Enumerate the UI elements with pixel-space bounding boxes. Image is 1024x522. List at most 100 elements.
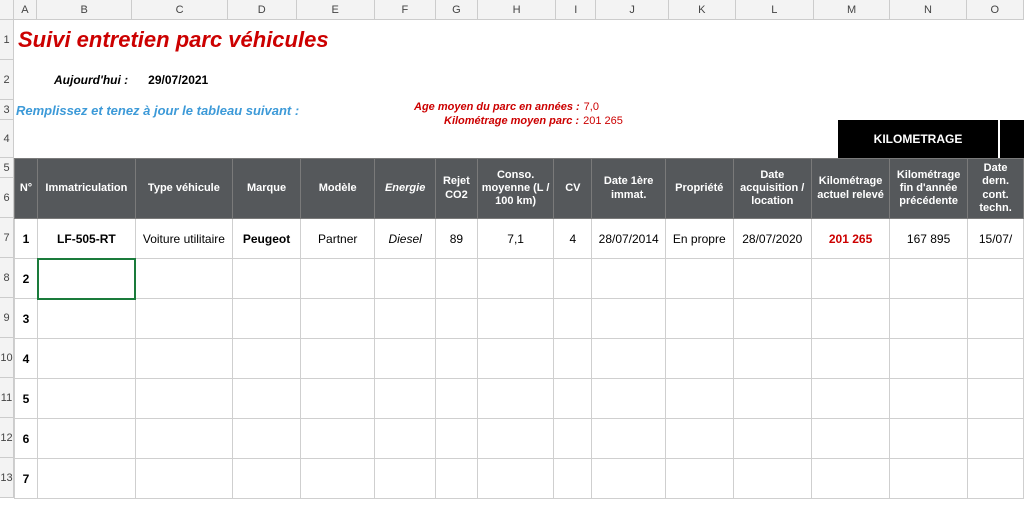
cell[interactable] xyxy=(135,339,232,379)
cell-km-prec[interactable]: 167 895 xyxy=(890,219,968,259)
col-letter[interactable]: D xyxy=(228,0,297,19)
col-letter[interactable]: M xyxy=(814,0,890,19)
cell[interactable] xyxy=(554,379,592,419)
cell[interactable] xyxy=(477,299,554,339)
cell[interactable] xyxy=(890,419,968,459)
cell-n[interactable]: 2 xyxy=(15,259,38,299)
cell[interactable] xyxy=(301,379,375,419)
cell[interactable] xyxy=(477,419,554,459)
cell[interactable] xyxy=(38,299,136,339)
cell[interactable] xyxy=(592,419,666,459)
cell[interactable] xyxy=(38,379,136,419)
th-n[interactable]: N° xyxy=(15,159,38,219)
cell-n[interactable]: 5 xyxy=(15,379,38,419)
cell[interactable] xyxy=(733,339,812,379)
cell[interactable] xyxy=(301,339,375,379)
cell[interactable] xyxy=(592,459,666,499)
cell[interactable] xyxy=(375,459,436,499)
th-date-acq[interactable]: Date acquisition / location xyxy=(733,159,812,219)
cell[interactable] xyxy=(890,259,968,299)
th-conso[interactable]: Conso. moyenne (L / 100 km) xyxy=(477,159,554,219)
cell[interactable] xyxy=(554,299,592,339)
th-propriete[interactable]: Propriété xyxy=(666,159,733,219)
cell[interactable] xyxy=(435,459,477,499)
cell[interactable] xyxy=(968,379,1024,419)
cell-co2[interactable]: 89 xyxy=(435,219,477,259)
cell[interactable] xyxy=(890,339,968,379)
col-letter[interactable]: I xyxy=(556,0,596,19)
cell[interactable] xyxy=(477,379,554,419)
cell[interactable] xyxy=(592,339,666,379)
cell[interactable] xyxy=(135,419,232,459)
cell[interactable] xyxy=(812,259,890,299)
cell[interactable] xyxy=(554,419,592,459)
cell[interactable] xyxy=(477,339,554,379)
row-number[interactable]: 8 xyxy=(0,258,13,298)
row-number[interactable]: 6 xyxy=(0,178,13,218)
row-number[interactable]: 3 xyxy=(0,100,13,120)
row-number[interactable]: 2 xyxy=(0,60,13,100)
col-letter[interactable]: C xyxy=(132,0,227,19)
cell[interactable] xyxy=(435,259,477,299)
col-letter[interactable]: K xyxy=(669,0,736,19)
cell[interactable] xyxy=(666,299,733,339)
cell[interactable] xyxy=(592,379,666,419)
cell[interactable] xyxy=(375,419,436,459)
cell[interactable] xyxy=(233,259,301,299)
th-marque[interactable]: Marque xyxy=(233,159,301,219)
row-number[interactable]: 4 xyxy=(0,120,13,158)
cell[interactable] xyxy=(38,419,136,459)
cell[interactable] xyxy=(666,339,733,379)
cell[interactable] xyxy=(968,419,1024,459)
cell[interactable] xyxy=(135,459,232,499)
cell-n[interactable]: 7 xyxy=(15,459,38,499)
cell[interactable] xyxy=(135,259,232,299)
cell[interactable] xyxy=(135,299,232,339)
cell[interactable] xyxy=(968,459,1024,499)
cell-date-ct[interactable]: 15/07/ xyxy=(968,219,1024,259)
cell[interactable] xyxy=(733,419,812,459)
cell[interactable] xyxy=(301,299,375,339)
cell[interactable] xyxy=(733,379,812,419)
th-modele[interactable]: Modèle xyxy=(301,159,375,219)
th-km-actuel[interactable]: Kilométrage actuel relevé xyxy=(812,159,890,219)
cell[interactable] xyxy=(301,459,375,499)
cell[interactable] xyxy=(968,259,1024,299)
cell-conso[interactable]: 7,1 xyxy=(477,219,554,259)
col-letter[interactable]: F xyxy=(375,0,436,19)
col-letter[interactable]: G xyxy=(436,0,478,19)
cell-propriete[interactable]: En propre xyxy=(666,219,733,259)
th-co2[interactable]: Rejet CO2 xyxy=(435,159,477,219)
cell[interactable] xyxy=(554,339,592,379)
row-number[interactable]: 9 xyxy=(0,298,13,338)
cell[interactable] xyxy=(375,259,436,299)
row-number[interactable]: 1 xyxy=(0,20,13,60)
cell[interactable] xyxy=(233,299,301,339)
cell[interactable] xyxy=(477,459,554,499)
cell[interactable] xyxy=(666,379,733,419)
col-letter[interactable]: O xyxy=(967,0,1024,19)
row-number[interactable]: 7 xyxy=(0,218,13,258)
cell-immat[interactable]: LF-505-RT xyxy=(38,219,136,259)
col-letter[interactable]: B xyxy=(37,0,132,19)
cell[interactable] xyxy=(233,419,301,459)
cell-n[interactable]: 1 xyxy=(15,219,38,259)
cell[interactable] xyxy=(812,419,890,459)
cell[interactable] xyxy=(812,299,890,339)
col-letter[interactable]: L xyxy=(736,0,814,19)
cell[interactable] xyxy=(38,339,136,379)
row-number[interactable]: 13 xyxy=(0,458,13,498)
select-all-corner[interactable] xyxy=(0,0,14,19)
cell-n[interactable]: 6 xyxy=(15,419,38,459)
col-letter[interactable]: J xyxy=(596,0,669,19)
cell[interactable] xyxy=(592,259,666,299)
cell[interactable] xyxy=(812,459,890,499)
th-energie[interactable]: Energie xyxy=(375,159,436,219)
cell[interactable] xyxy=(666,419,733,459)
cell[interactable] xyxy=(554,259,592,299)
cell[interactable] xyxy=(812,339,890,379)
cell[interactable] xyxy=(375,339,436,379)
cell[interactable] xyxy=(554,459,592,499)
cell[interactable] xyxy=(233,339,301,379)
col-letter[interactable]: A xyxy=(14,0,37,19)
